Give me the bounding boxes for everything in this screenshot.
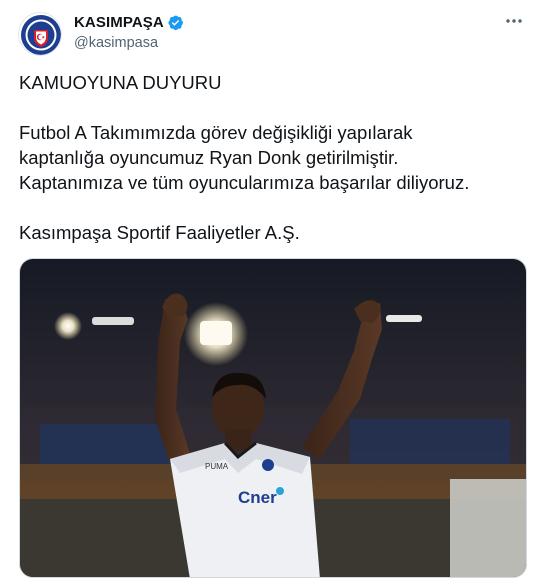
tweet-card: KASIMPAŞA @kasimpasa KAMUOYUNA DUYURU Fu… — [0, 0, 541, 578]
tweet-signature: Kasımpaşa Sportif Faaliyetler A.Ş. — [19, 222, 300, 243]
tweet-photo[interactable]: PUMA Cner — [19, 258, 527, 578]
more-options-button[interactable] — [503, 10, 525, 32]
svg-text:PUMA: PUMA — [205, 462, 229, 471]
verified-badge-icon — [167, 14, 184, 31]
photo-player-celebrating: PUMA Cner — [20, 259, 526, 577]
avatar[interactable] — [18, 12, 62, 56]
account-handle[interactable]: @kasimpasa — [74, 35, 158, 51]
tweet-paragraph-line: kaptanlığa oyuncumuz Ryan Donk getirilmi… — [19, 147, 399, 168]
tweet-headline: KAMUOYUNA DUYURU — [19, 72, 222, 93]
display-name[interactable]: KASIMPAŞA — [74, 14, 164, 31]
more-dots-icon — [506, 19, 522, 23]
tweet-paragraph-line: Kaptanımıza ve tüm oyuncularımıza başarı… — [19, 172, 470, 193]
tweet-paragraph-line: Futbol A Takımımızda görev değişikliği y… — [19, 122, 413, 143]
tweet-text: KAMUOYUNA DUYURU Futbol A Takımımızda gö… — [19, 70, 524, 245]
club-crest-icon — [21, 15, 61, 55]
account-name-row: KASIMPAŞA — [74, 14, 184, 31]
jersey-sponsor-text: Cner — [238, 488, 277, 507]
